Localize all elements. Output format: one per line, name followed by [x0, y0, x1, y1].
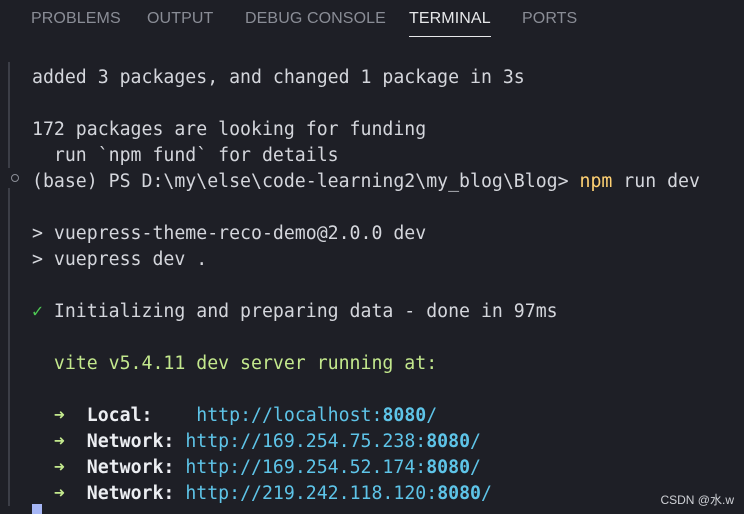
url-link[interactable]: http://169.254.52.174:8080/	[185, 457, 481, 478]
url-link[interactable]: http://169.254.75.238:8080/	[185, 431, 481, 452]
vite-version: vite v5.4.11	[53, 353, 186, 374]
prompt: (base) PS D:\my\else\code-learning2\my_b…	[32, 171, 580, 192]
init-text: Initializing and preparing data - done i…	[42, 301, 558, 322]
watermark: CSDN @水.w	[660, 493, 734, 507]
command-name: npm	[579, 171, 613, 192]
url-line-network: ➜ Network: http://169.254.52.174:8080/	[32, 455, 481, 481]
url-line-network: ➜ Network: http://219.242.118.120:8080/	[32, 481, 492, 507]
terminal-line: ✓ Initializing and preparing data - done…	[32, 299, 558, 325]
arrow-right-icon: ➜	[53, 483, 65, 504]
url-label: Network:	[86, 457, 175, 478]
url-line-network: ➜ Network: http://169.254.75.238:8080/	[32, 429, 481, 455]
terminal-line: run `npm fund` for details	[32, 145, 339, 166]
terminal-prompt-line: (base) PS D:\my\else\code-learning2\my_b…	[32, 169, 700, 195]
arrow-right-icon: ➜	[53, 457, 65, 478]
url-label: Network:	[86, 431, 175, 452]
terminal-line: 172 packages are looking for funding	[32, 119, 427, 140]
url-label: Network:	[86, 483, 175, 504]
terminal-line: > vuepress dev .	[32, 249, 208, 270]
terminal-output[interactable]: added 3 packages, and changed 1 package …	[0, 0, 744, 514]
arrow-right-icon: ➜	[53, 405, 65, 426]
command-decoration-bar	[8, 188, 10, 506]
arrow-right-icon: ➜	[53, 431, 65, 452]
url-line-local: ➜ Local: http://localhost:8080/	[32, 403, 437, 429]
terminal-cursor	[32, 504, 42, 514]
terminal-line: added 3 packages, and changed 1 package …	[32, 67, 525, 88]
url-link[interactable]: http://219.242.118.120:8080/	[185, 483, 492, 504]
terminal-line: vite v5.4.11 dev server running at:	[32, 351, 437, 377]
terminal-line: > vuepress-theme-reco-demo@2.0.0 dev	[32, 223, 427, 244]
url-link[interactable]: http://localhost:8080/	[196, 405, 437, 426]
checkmark-icon: ✓	[32, 301, 43, 322]
url-label: Local:	[86, 405, 175, 426]
command-status-circle-icon[interactable]	[11, 174, 19, 182]
command-decoration-bar	[8, 62, 10, 168]
vite-status: dev server running at:	[185, 353, 438, 374]
command-args: run dev	[612, 171, 700, 192]
